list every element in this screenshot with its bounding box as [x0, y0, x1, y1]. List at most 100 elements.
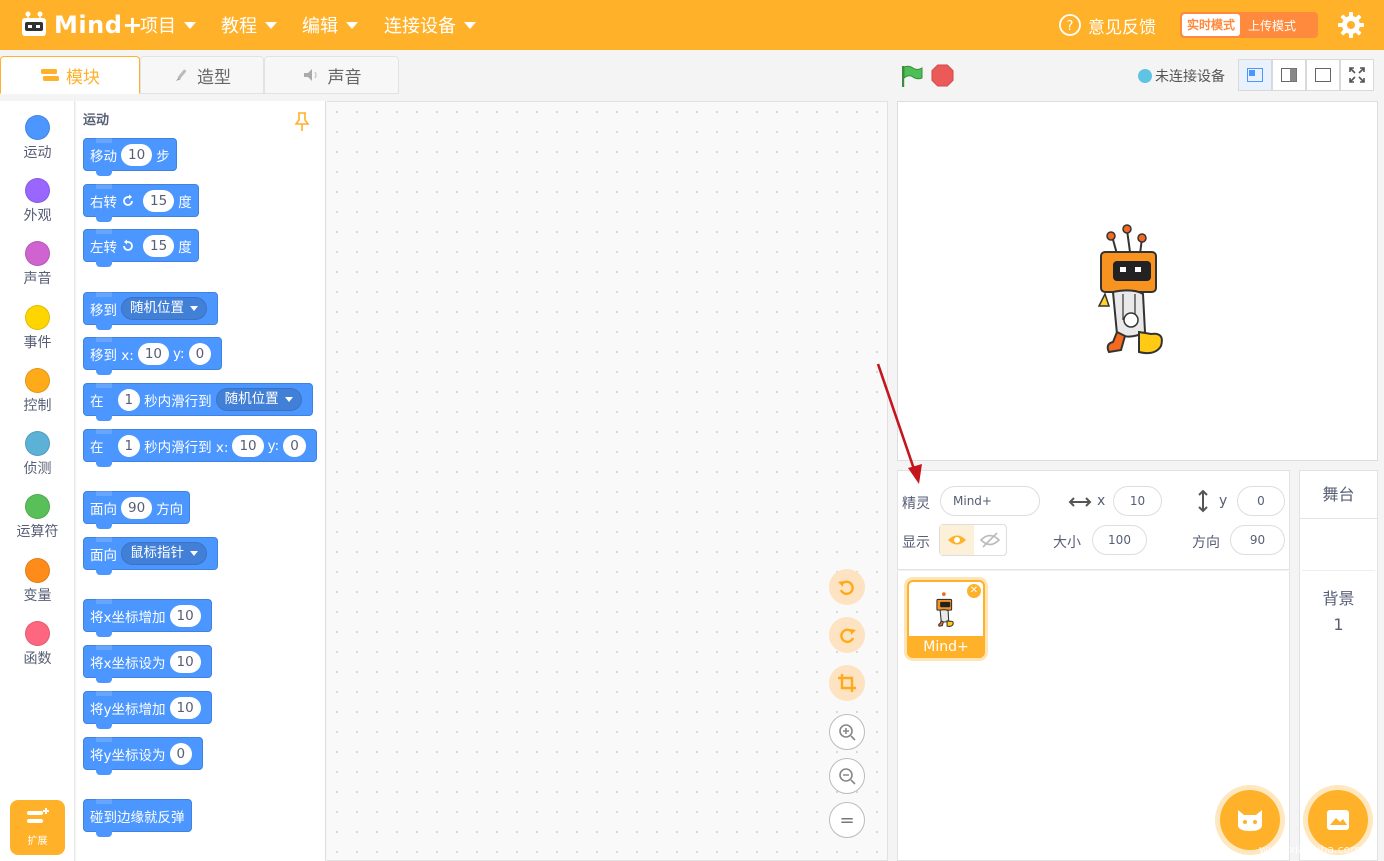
block-glide[interactable]: 在 1 秒内滑行到 随机位置 [83, 383, 313, 421]
feedback-button[interactable]: ? 意见反馈 [1058, 12, 1156, 38]
connection-status: 未连接设备 [1138, 66, 1225, 86]
block-change-y[interactable]: 将y坐标增加 10 [83, 691, 212, 729]
tab-costumes[interactable]: 造型 [140, 56, 264, 94]
menu-connect-device[interactable]: 连接设备 [384, 0, 476, 50]
block-goto[interactable]: 移到 随机位置 [83, 292, 218, 330]
block-bounce[interactable]: 碰到边缘就反弹 [83, 799, 192, 837]
stage-thumbnail[interactable] [1302, 519, 1375, 571]
block-set-y[interactable]: 将y坐标设为 0 [83, 737, 204, 775]
block-dropdown[interactable]: 随机位置 [121, 297, 207, 320]
show-sprite-button[interactable] [940, 525, 974, 555]
menu-edit[interactable]: 编辑 [302, 0, 358, 50]
block-input[interactable]: 10 [121, 143, 153, 166]
category-operators[interactable]: 运算符 [0, 485, 75, 545]
feedback-label: 意见反馈 [1088, 17, 1156, 38]
app-logo[interactable]: Mind+ [18, 8, 143, 42]
x-input[interactable]: 10 [1113, 486, 1162, 516]
pin-icon[interactable] [293, 112, 311, 132]
category-functions[interactable]: 函数 [0, 612, 75, 672]
block-input[interactable]: 0 [188, 342, 212, 365]
category-variables[interactable]: 变量 [0, 549, 75, 609]
category-sound[interactable]: 声音 [0, 232, 75, 292]
block-input[interactable]: 0 [169, 742, 193, 765]
block-input[interactable]: 0 [283, 434, 306, 457]
extension-button[interactable]: 扩展 [10, 800, 65, 855]
delete-sprite-button[interactable]: ✕ [967, 584, 981, 598]
block-goto-xy[interactable]: 移到 x: 10 y: 0 [83, 337, 223, 375]
zoom-in-icon [839, 724, 856, 741]
stage-canvas[interactable] [897, 101, 1378, 461]
block-input[interactable]: 10 [169, 604, 201, 627]
block-dropdown[interactable]: 随机位置 [215, 388, 302, 411]
block-text: y: [267, 437, 280, 454]
block-input[interactable]: 90 [121, 496, 153, 519]
visibility-toggle [939, 524, 1007, 556]
direction-input[interactable]: 90 [1230, 525, 1285, 555]
block-text: 度 [178, 194, 192, 211]
block-turn-left[interactable]: 左转 15 度 [83, 229, 199, 267]
block-move-steps[interactable]: 移动 10 步 [83, 138, 177, 176]
functions-color-dot [25, 621, 50, 646]
block-text: 秒内滑行到 x: [144, 439, 229, 456]
block-input[interactable]: 15 [143, 234, 175, 257]
redo-button[interactable] [829, 617, 865, 653]
block-input[interactable]: 1 [117, 434, 141, 457]
zoom-out-icon [839, 768, 856, 785]
block-text: 将y坐标设为 [90, 747, 166, 764]
block-glide-xy[interactable]: 在 1 秒内滑行到 x: 10 y: 0 [83, 429, 317, 467]
block-input[interactable]: 10 [169, 650, 201, 673]
layout-small-stage-button[interactable] [1238, 59, 1272, 91]
mind-plus-robot-sprite[interactable] [1095, 224, 1175, 359]
block-input[interactable]: 15 [143, 189, 175, 212]
gear-icon[interactable] [1337, 11, 1365, 39]
size-input[interactable]: 100 [1092, 525, 1147, 555]
redo-icon [840, 628, 856, 644]
tab-sounds[interactable]: 声音 [264, 56, 399, 94]
block-input[interactable]: 10 [232, 434, 264, 457]
block-input[interactable]: 10 [169, 696, 201, 719]
zoom-in-button[interactable] [829, 714, 865, 750]
category-label: 运算符 [16, 524, 59, 540]
category-looks[interactable]: 外观 [0, 169, 75, 229]
block-point-direction[interactable]: 面向 90 方向 [83, 491, 191, 529]
mode-upload[interactable]: 上传模式 [1240, 17, 1304, 34]
menu-edit-label: 编辑 [302, 16, 338, 37]
green-flag-icon[interactable] [900, 64, 924, 88]
palette-category-title: 运动 [83, 113, 110, 128]
category-motion[interactable]: 运动 [0, 106, 75, 166]
layout-large-stage-button[interactable] [1306, 59, 1340, 91]
tab-code[interactable]: 模块 [0, 56, 140, 94]
block-set-x[interactable]: 将x坐标设为 10 [83, 645, 212, 683]
category-events[interactable]: 事件 [0, 296, 75, 356]
block-turn-right[interactable]: 右转 15 度 [83, 184, 199, 222]
block-change-x[interactable]: 将x坐标增加 10 [83, 599, 212, 637]
block-input[interactable]: 10 [137, 342, 170, 365]
watermark: www.xiazaiba.com [1255, 803, 1384, 861]
fullscreen-button[interactable] [1340, 59, 1374, 91]
stop-icon[interactable] [931, 64, 954, 87]
menu-tutorial[interactable]: 教程 [221, 0, 277, 50]
y-input[interactable]: 0 [1237, 486, 1285, 516]
caret-down-icon [190, 551, 198, 556]
sprite-name-label: 精灵 [902, 496, 930, 512]
category-control[interactable]: 控制 [0, 359, 75, 419]
hide-sprite-button[interactable] [974, 525, 1007, 555]
variables-color-dot [25, 558, 50, 583]
zoom-out-button[interactable] [829, 758, 865, 794]
block-input[interactable]: 1 [117, 388, 141, 411]
layout-normal-stage-button[interactable] [1272, 59, 1306, 91]
block-dropdown[interactable]: 鼠标指针 [121, 542, 207, 565]
sprite-thumbnail[interactable]: ✕ Mind+ [907, 580, 985, 658]
mode-toggle[interactable]: 实时模式 上传模式 [1180, 12, 1318, 38]
menu-project[interactable]: 项目 [140, 0, 196, 50]
block-point-towards[interactable]: 面向 鼠标指针 [83, 537, 218, 575]
undo-button[interactable] [829, 569, 865, 605]
category-label: 事件 [23, 335, 52, 351]
mode-realtime[interactable]: 实时模式 [1182, 14, 1241, 36]
tab-code-label: 模块 [66, 67, 100, 88]
script-workspace[interactable] [327, 101, 888, 861]
category-sensing[interactable]: 侦测 [0, 422, 75, 482]
zoom-reset-button[interactable]: = [829, 802, 865, 838]
crop-button[interactable] [829, 665, 865, 701]
sprite-name-input[interactable]: Mind+ [940, 486, 1040, 516]
